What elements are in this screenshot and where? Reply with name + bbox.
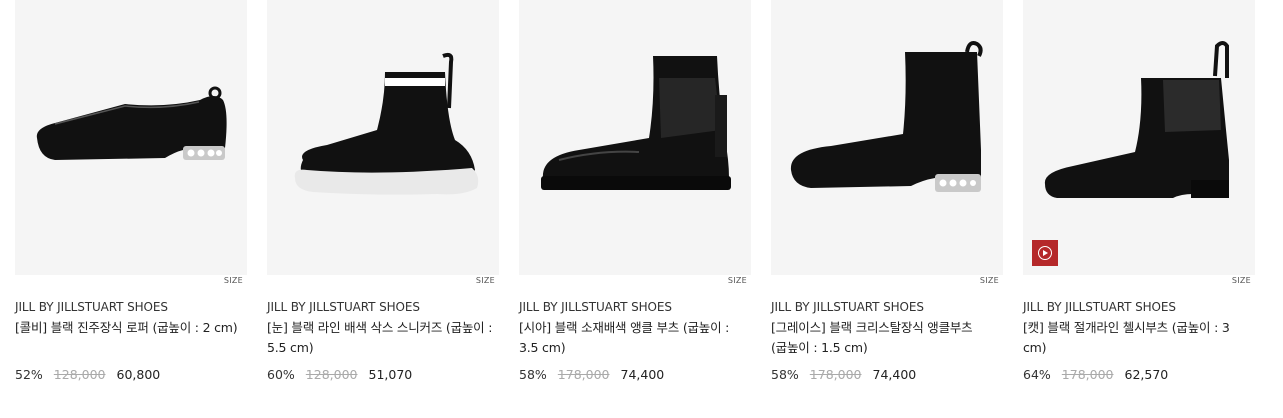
product-card[interactable]: SIZE JILL BY JILLSTUART SHOES [캣] 블랙 절개라… [1023, 0, 1255, 382]
play-icon [1038, 246, 1052, 260]
discount-rate: 64% [1023, 367, 1051, 382]
sale-price: 60,800 [116, 367, 161, 382]
product-brand: JILL BY JILLSTUART SHOES [267, 300, 420, 314]
product-brand: JILL BY JILLSTUART SHOES [519, 300, 672, 314]
size-tag[interactable]: SIZE [728, 276, 747, 285]
discount-rate: 52% [15, 367, 43, 382]
price-row: 58% 178,000 74,400 [771, 367, 1003, 382]
discount-rate: 60% [267, 367, 295, 382]
price-row: 58% 178,000 74,400 [519, 367, 751, 382]
size-tag[interactable]: SIZE [980, 276, 999, 285]
original-price: 128,000 [305, 367, 358, 382]
price-row: 52% 128,000 60,800 [15, 367, 247, 382]
discount-rate: 58% [771, 367, 799, 382]
product-image[interactable] [519, 0, 751, 275]
sale-price: 74,400 [872, 367, 917, 382]
product-image[interactable] [267, 0, 499, 275]
product-grid: SIZE JILL BY JILLSTUART SHOES [콜비] 블랙 진주… [15, 0, 1255, 382]
original-price: 178,000 [1061, 367, 1114, 382]
chelsea-boot-icon [1044, 41, 1229, 198]
video-play-button[interactable] [1032, 240, 1058, 266]
product-image[interactable] [771, 0, 1003, 275]
size-tag[interactable]: SIZE [224, 276, 243, 285]
product-card[interactable]: SIZE JILL BY JILLSTUART SHOES [시아] 블랙 소재… [519, 0, 751, 382]
price-row: 60% 128,000 51,070 [267, 367, 499, 382]
product-name[interactable]: [콜비] 블랙 진주장식 로퍼 (굽높이 : 2 cm) [15, 318, 247, 360]
product-brand: JILL BY JILLSTUART SHOES [15, 300, 168, 314]
product-brand: JILL BY JILLSTUART SHOES [1023, 300, 1176, 314]
product-card[interactable]: SIZE JILL BY JILLSTUART SHOES [그레이스] 블랙 … [771, 0, 1003, 382]
price-row: 64% 178,000 62,570 [1023, 367, 1255, 382]
sock-sneaker-icon [294, 52, 479, 195]
original-price: 178,000 [557, 367, 610, 382]
product-name[interactable]: [캣] 블랙 절개라인 첼시부츠 (굽높이 : 3 cm) [1023, 318, 1255, 360]
crystal-ankle-boot-icon [790, 41, 983, 192]
product-name[interactable]: [그레이스] 블랙 크리스탈장식 앵클부츠 (굽높이 : 1.5 cm) [771, 318, 1003, 360]
product-name[interactable]: [눈] 블랙 라인 배색 삭스 스니커즈 (굽높이 : 5.5 cm) [267, 318, 499, 360]
product-card[interactable]: SIZE JILL BY JILLSTUART SHOES [눈] 블랙 라인 … [267, 0, 499, 382]
size-tag[interactable]: SIZE [476, 276, 495, 285]
original-price: 178,000 [809, 367, 862, 382]
product-name[interactable]: [시아] 블랙 소재배색 앵클 부츠 (굽높이 : 3.5 cm) [519, 318, 751, 360]
product-image[interactable] [1023, 0, 1255, 275]
ankle-boot-icon [541, 56, 731, 190]
size-tag[interactable]: SIZE [1232, 276, 1251, 285]
sale-price: 51,070 [368, 367, 413, 382]
product-card[interactable]: SIZE JILL BY JILLSTUART SHOES [콜비] 블랙 진주… [15, 0, 247, 382]
loafer-icon [36, 86, 227, 160]
original-price: 128,000 [53, 367, 106, 382]
discount-rate: 58% [519, 367, 547, 382]
product-image[interactable] [15, 0, 247, 275]
sale-price: 74,400 [620, 367, 665, 382]
product-brand: JILL BY JILLSTUART SHOES [771, 300, 924, 314]
sale-price: 62,570 [1124, 367, 1169, 382]
